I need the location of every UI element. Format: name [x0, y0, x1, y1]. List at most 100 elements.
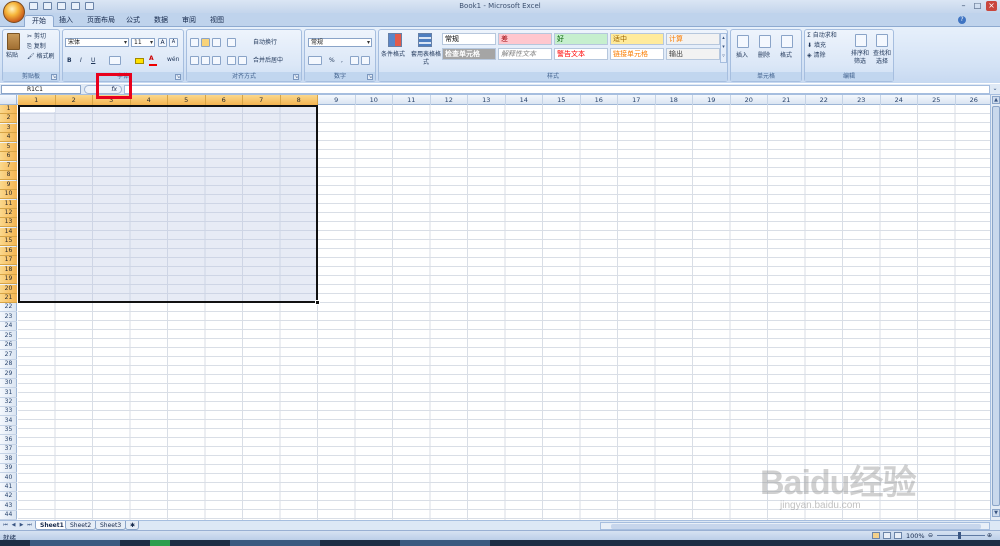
clipboard-launcher-icon[interactable]: ↘: [51, 74, 57, 80]
sort-filter-icon[interactable]: [855, 34, 867, 47]
row-header[interactable]: 17: [0, 256, 17, 266]
format-table-button[interactable]: 套用表格格式: [411, 51, 441, 67]
italic-button[interactable]: I: [80, 57, 82, 65]
row-header[interactable]: 34: [0, 417, 17, 426]
cell-style-item[interactable]: 输出: [666, 48, 720, 60]
undo-icon[interactable]: [43, 2, 52, 10]
underline-button[interactable]: U: [91, 57, 95, 65]
row-header[interactable]: 44: [0, 511, 17, 520]
zoom-level[interactable]: 100%: [906, 532, 925, 540]
taskbar-item[interactable]: [30, 540, 120, 546]
row-header[interactable]: 1: [0, 105, 17, 114]
row-header[interactable]: 15: [0, 237, 17, 247]
column-header[interactable]: 24: [881, 95, 918, 105]
row-header[interactable]: 22: [0, 303, 17, 313]
tab-data[interactable]: 数据: [147, 15, 175, 27]
scroll-thumb[interactable]: [992, 106, 1000, 506]
find-select-button[interactable]: 查找和选择: [871, 50, 893, 66]
minimize-icon[interactable]: –: [958, 1, 969, 11]
tab-page-layout[interactable]: 页面布局: [80, 15, 122, 27]
cell-style-item[interactable]: 好: [554, 33, 608, 45]
maximize-icon[interactable]: □: [972, 1, 983, 11]
bold-button[interactable]: B: [67, 57, 72, 65]
delete-cells-button[interactable]: 删除: [758, 52, 770, 60]
row-header[interactable]: 26: [0, 341, 17, 351]
clear-button[interactable]: ◈ 清除: [807, 52, 826, 60]
zoom-slider[interactable]: [937, 535, 985, 536]
row-header[interactable]: 28: [0, 360, 17, 370]
scroll-up-icon[interactable]: ▲: [992, 96, 1000, 104]
print-icon[interactable]: [85, 2, 94, 10]
row-header[interactable]: 39: [0, 464, 17, 474]
row-header[interactable]: 9: [0, 180, 17, 190]
format-cells-icon[interactable]: [781, 35, 793, 48]
zoom-out-icon[interactable]: ⊖: [928, 532, 933, 539]
row-header[interactable]: 7: [0, 161, 17, 171]
align-right-icon[interactable]: [212, 56, 221, 65]
column-header[interactable]: 2: [55, 95, 93, 105]
row-header[interactable]: 21: [0, 294, 17, 303]
increase-indent-icon[interactable]: [238, 56, 247, 65]
row-header[interactable]: 12: [0, 208, 17, 218]
cell-style-item[interactable]: 链接单元格: [610, 48, 664, 60]
row-header[interactable]: 30: [0, 379, 17, 389]
gallery-scroll-icon[interactable]: ▴ ▾ ▿: [720, 33, 727, 63]
scroll-down-icon[interactable]: ▼: [992, 509, 1000, 517]
align-left-icon[interactable]: [190, 56, 199, 65]
column-header[interactable]: 1: [18, 95, 56, 105]
insert-cells-button[interactable]: 插入: [736, 52, 748, 60]
cell-style-item[interactable]: 差: [498, 33, 552, 45]
column-header[interactable]: 7: [243, 95, 281, 105]
zoom-slider-thumb[interactable]: [958, 532, 961, 539]
format-painter-button[interactable]: 🖌 格式刷: [27, 53, 55, 61]
shrink-font-icon[interactable]: A: [169, 38, 178, 47]
column-header[interactable]: 12: [431, 95, 468, 105]
sheet-tab-1[interactable]: Sheet1: [35, 521, 69, 530]
phonetic-icon[interactable]: wén: [167, 56, 179, 64]
fill-button[interactable]: ⬇ 填充: [807, 42, 826, 50]
column-header[interactable]: 21: [768, 95, 806, 105]
row-header[interactable]: 24: [0, 322, 17, 332]
increase-decimal-icon[interactable]: [350, 56, 359, 65]
close-icon[interactable]: ×: [986, 1, 997, 11]
zoom-in-icon[interactable]: ⊕: [987, 532, 992, 539]
column-header[interactable]: 13: [468, 95, 506, 105]
row-header[interactable]: 16: [0, 246, 17, 256]
align-bottom-icon[interactable]: [212, 38, 221, 47]
orientation-icon[interactable]: [227, 38, 236, 47]
copy-button[interactable]: ⎘ 复制: [27, 43, 46, 51]
column-header[interactable]: 20: [731, 95, 768, 105]
row-header[interactable]: 18: [0, 265, 17, 275]
column-header[interactable]: 17: [618, 95, 656, 105]
horizontal-scrollbar[interactable]: [600, 522, 990, 530]
row-header[interactable]: 41: [0, 483, 17, 492]
cell-style-item[interactable]: 适中: [610, 33, 664, 45]
font-color-icon[interactable]: A: [149, 55, 154, 63]
sheet-tab-2[interactable]: Sheet2: [65, 521, 97, 530]
normal-view-icon[interactable]: [872, 532, 880, 539]
row-header[interactable]: 27: [0, 351, 17, 360]
office-button[interactable]: [3, 1, 25, 23]
row-header[interactable]: 32: [0, 398, 17, 407]
column-header[interactable]: 15: [543, 95, 581, 105]
align-center-icon[interactable]: [201, 56, 210, 65]
column-header[interactable]: 8: [280, 95, 318, 105]
number-launcher-icon[interactable]: ↘: [367, 74, 373, 80]
format-table-icon[interactable]: [418, 33, 432, 47]
cell-style-item[interactable]: 常规: [442, 33, 496, 45]
page-break-view-icon[interactable]: [894, 532, 902, 539]
cut-button[interactable]: ✂ 剪切: [27, 33, 46, 41]
row-header[interactable]: 29: [0, 370, 17, 379]
column-header[interactable]: 10: [356, 95, 393, 105]
row-header[interactable]: 2: [0, 114, 17, 124]
row-header[interactable]: 36: [0, 436, 17, 445]
sheet-tab-3[interactable]: Sheet3: [95, 521, 127, 530]
column-header[interactable]: 14: [506, 95, 543, 105]
select-all-corner[interactable]: [0, 95, 17, 105]
column-header[interactable]: 23: [843, 95, 881, 105]
alignment-launcher-icon[interactable]: ↘: [293, 74, 299, 80]
name-box[interactable]: R1C1: [1, 85, 81, 94]
cell-style-item[interactable]: 解释性文本: [498, 48, 552, 60]
tab-insert[interactable]: 插入: [52, 15, 80, 27]
h-scroll-thumb[interactable]: [611, 524, 981, 529]
